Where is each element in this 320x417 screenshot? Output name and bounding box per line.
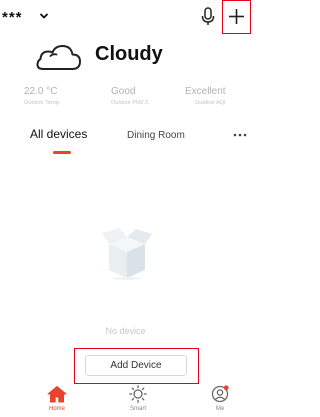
- outdoor-aqi-stat: Excellent Outdoor AQI: [185, 86, 226, 107]
- more-horizontal-icon[interactable]: [232, 132, 248, 138]
- home-name[interactable]: ***: [2, 10, 23, 26]
- active-tab-indicator: [53, 151, 71, 154]
- nav-smart[interactable]: Smart: [113, 385, 163, 413]
- nav-home[interactable]: Home: [32, 385, 82, 413]
- outdoor-pm-value: Good: [111, 86, 136, 97]
- tab-dining-room[interactable]: Dining Room: [127, 129, 185, 143]
- user-icon: [211, 385, 229, 403]
- empty-box-icon: [102, 228, 152, 280]
- home-icon: [47, 386, 67, 403]
- outdoor-temp-stat: 22.0 °C Outdoor Temp.: [24, 86, 60, 107]
- outdoor-aqi-value: Excellent: [185, 86, 226, 97]
- outdoor-temp-label: Outdoor Temp.: [24, 100, 61, 106]
- weather-condition: Cloudy: [95, 43, 163, 65]
- chevron-down-icon[interactable]: [38, 10, 50, 22]
- outdoor-aqi-label: Outdoor AQI: [195, 100, 226, 106]
- room-tabs: All devices Dining Room: [0, 124, 251, 154]
- outdoor-temp-value: 22.0 °C: [24, 86, 58, 97]
- nav-me[interactable]: Me: [195, 385, 245, 413]
- add-device-highlight: Add Device: [74, 348, 199, 384]
- tab-all-devices[interactable]: All devices: [30, 127, 87, 141]
- outdoor-pm-label: Outdoor PM2.5: [111, 100, 149, 106]
- add-button[interactable]: [222, 0, 251, 34]
- nav-me-label: Me: [215, 406, 225, 412]
- add-device-button[interactable]: Add Device: [85, 355, 187, 376]
- nav-smart-label: Smart: [129, 406, 146, 412]
- outdoor-pm-stat: Good Outdoor PM2.5: [111, 86, 148, 107]
- plus-icon: [229, 9, 244, 24]
- bottom-nav: Home Smart Me: [0, 385, 251, 417]
- nav-home-label: Home: [48, 406, 65, 412]
- cloud-icon: [36, 45, 81, 70]
- microphone-icon[interactable]: [199, 6, 217, 28]
- empty-state-text: No device: [105, 326, 146, 336]
- top-bar: ***: [0, 0, 251, 36]
- sun-icon: [129, 385, 147, 403]
